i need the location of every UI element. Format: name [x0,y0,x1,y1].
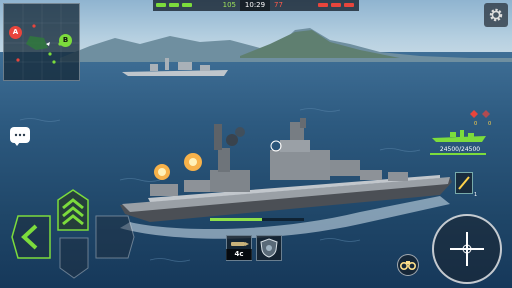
chat-bubble-tail [14,142,20,146]
reload-bar-fill [210,218,262,221]
shield-icon [260,238,278,258]
fire-button[interactable] [432,214,502,284]
steer-right-button[interactable] [92,212,136,262]
enemy-hp-segment [318,3,328,7]
crosshair-icon [450,232,484,266]
throttle-forward-button[interactable] [56,188,90,232]
ally-hp-segment [156,3,166,7]
enemy-stat-b: 0 [488,121,492,127]
enemy-hp-segment [331,3,341,7]
enemy-status-icons [470,110,490,118]
throttle-reverse-button[interactable] [58,234,90,280]
secondary-weapon-button[interactable] [256,235,282,261]
enemy-hp-text: 24500/24500 [439,146,481,153]
enemy-stat-a: 0 [474,121,478,127]
capture-point-b: B [59,34,72,47]
ammo-count: 4c [226,249,252,260]
game-viewport[interactable]: 105 10:29 77 A B 0 0 24500/24500 1 4c [0,0,512,288]
torpedo-count: 1 [474,192,478,198]
match-timer: 10:29 [240,0,270,11]
enemy-ship-silhouette-icon [432,130,486,142]
chat-bubble-icon [14,133,26,137]
minimap[interactable]: A B [3,3,80,81]
torpedo-icon [458,176,470,190]
steer-left-button[interactable] [10,212,56,262]
aim-reticle [270,140,282,152]
ally-hp-segment [169,3,179,7]
enemy-score: 77 [274,1,283,9]
gear-icon [489,8,503,22]
ally-score: 105 [222,1,236,9]
enemy-hp-segment [344,3,354,7]
binoculars-icon [400,261,416,270]
ally-hp-segment [182,3,192,7]
binoculars-button[interactable] [397,254,419,276]
capture-point-a: A [9,26,22,39]
chat-button[interactable] [10,127,30,143]
torpedo-button[interactable] [455,172,473,194]
settings-button[interactable] [484,3,508,27]
enemy-hp-bar [430,153,486,155]
